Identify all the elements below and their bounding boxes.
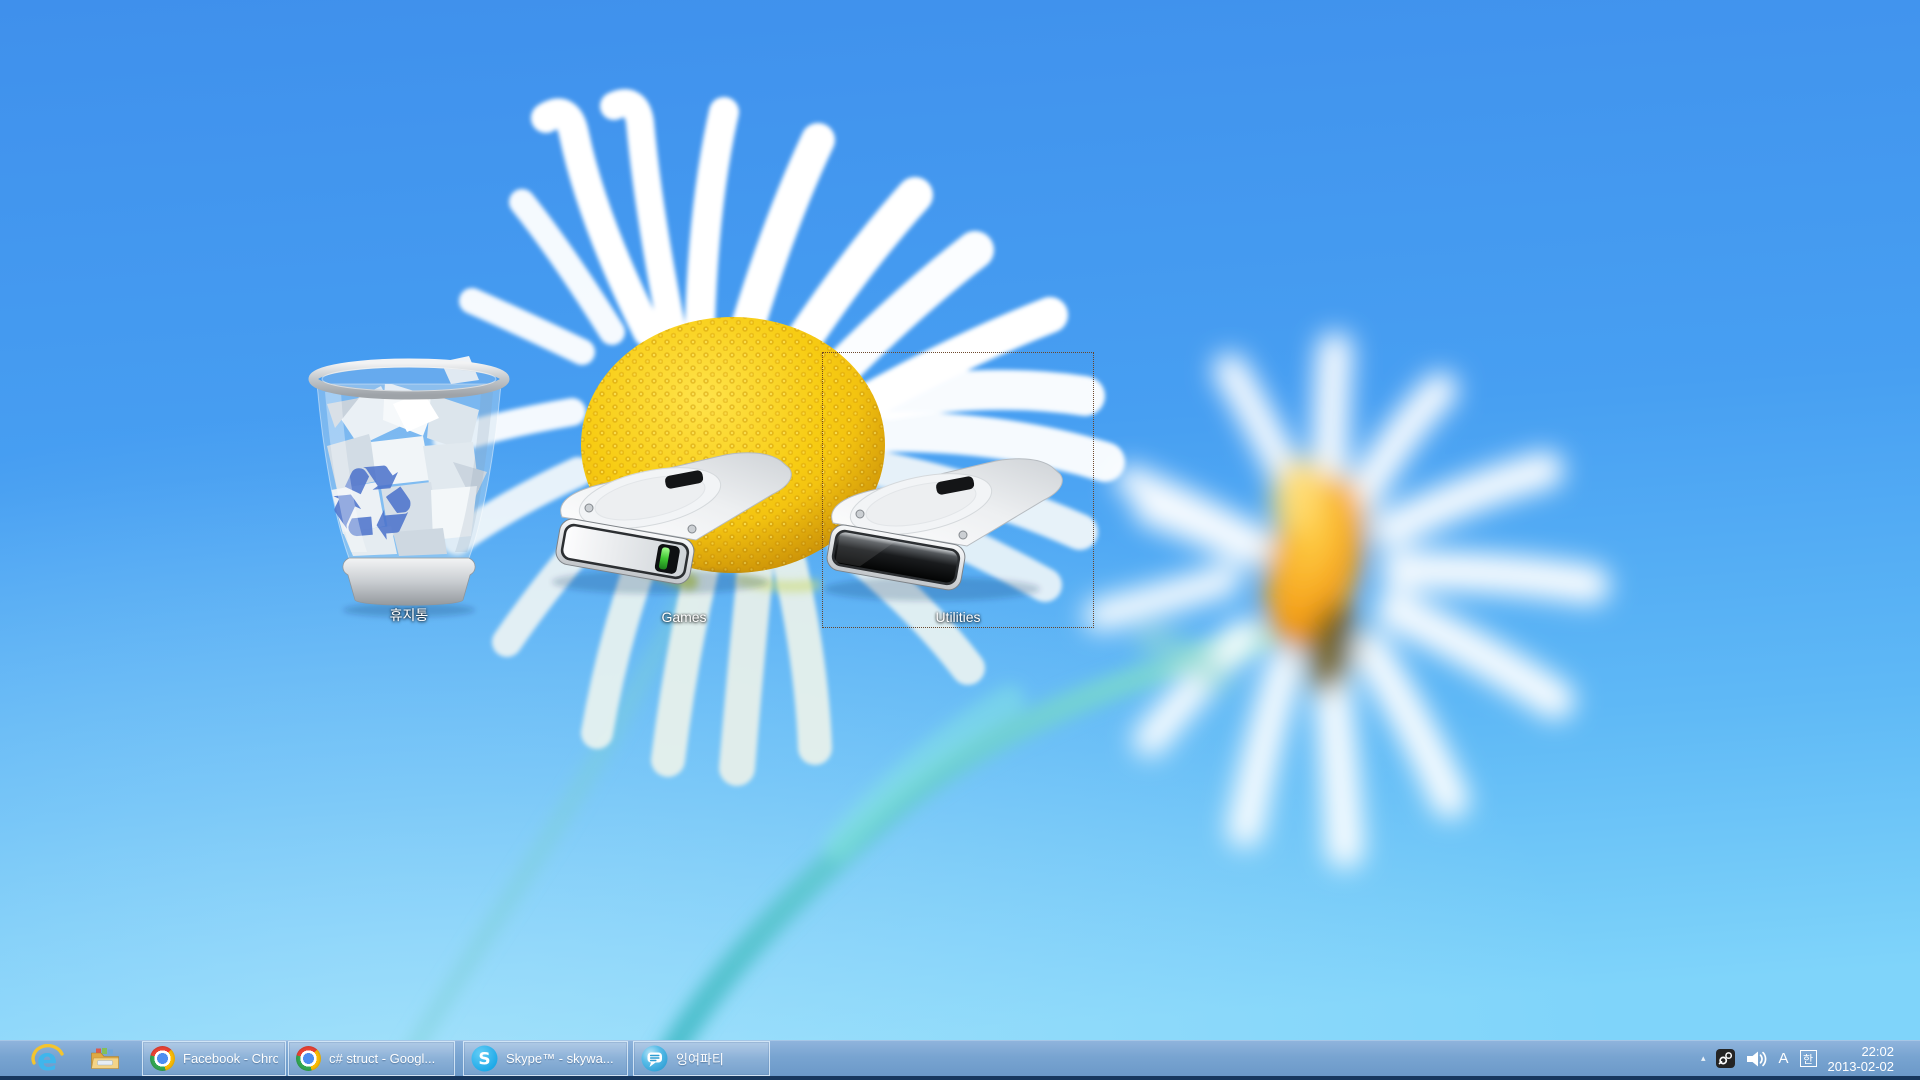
window-title: Skype™ - skywa... bbox=[506, 1051, 614, 1066]
file-explorer-icon bbox=[90, 1047, 120, 1071]
drive-open-icon bbox=[822, 352, 1094, 628]
window-title: Facebook - Chro... bbox=[183, 1051, 278, 1066]
drive-screw bbox=[959, 531, 967, 539]
clock-time: 22:02 bbox=[1828, 1044, 1895, 1059]
icon-label: Utilities bbox=[810, 609, 1106, 625]
ime-latin-indicator[interactable]: A bbox=[1778, 1050, 1788, 1067]
clock[interactable]: 22:02 2013-02-02 bbox=[1828, 1044, 1895, 1074]
ime-korean-indicator[interactable]: 한 bbox=[1800, 1050, 1817, 1067]
show-hidden-icons-button[interactable]: ▴ bbox=[1701, 1054, 1706, 1064]
window-title: 잉여파티 bbox=[676, 1049, 724, 1068]
drive-screw bbox=[856, 510, 864, 518]
taskbar-window-skype[interactable]: S Skype™ - skywa... bbox=[463, 1041, 628, 1076]
clock-date: 2013-02-02 bbox=[1828, 1059, 1895, 1074]
window-title: c# struct - Googl... bbox=[329, 1051, 435, 1066]
recycle-bin-icon: ♻ bbox=[273, 352, 545, 628]
taskbar-ie-button[interactable]: e bbox=[25, 1041, 71, 1076]
drive-icon bbox=[548, 352, 820, 628]
taskbar-window-chrome-facebook[interactable]: Facebook - Chro... bbox=[142, 1041, 286, 1076]
svg-text:S: S bbox=[478, 1050, 490, 1070]
drive-screw bbox=[688, 525, 696, 533]
taskbar-window-messenger[interactable]: 잉여파티 bbox=[633, 1041, 770, 1076]
taskbar-window-chrome-csharp[interactable]: c# struct - Googl... bbox=[288, 1041, 455, 1076]
steam-tray-icon[interactable] bbox=[1716, 1049, 1735, 1068]
chat-bubble-icon bbox=[641, 1045, 668, 1072]
volume-icon[interactable] bbox=[1746, 1049, 1767, 1069]
desktop-icon-recycle-bin[interactable]: ♻ 휴지통 bbox=[273, 352, 545, 628]
chrome-icon bbox=[296, 1046, 321, 1071]
taskbar: e Facebook - Chro... c# struct - Googl..… bbox=[0, 1040, 1920, 1080]
taskbar-explorer-button[interactable] bbox=[82, 1041, 128, 1076]
icon-label: Games bbox=[536, 609, 832, 625]
desktop-icon-utilities[interactable]: Utilities bbox=[822, 352, 1094, 628]
internet-explorer-icon: e bbox=[31, 1044, 65, 1074]
icon-label: 휴지통 bbox=[261, 605, 557, 625]
system-tray: ▴ A 한 22:02 2013-02-02 bbox=[1701, 1041, 1920, 1076]
desktop-screen: ♻ 휴지통 bbox=[0, 0, 1920, 1080]
drive-screw bbox=[585, 504, 593, 512]
skype-icon: S bbox=[471, 1045, 498, 1072]
chrome-icon bbox=[150, 1046, 175, 1071]
desktop-icon-games[interactable]: Games bbox=[548, 352, 820, 628]
